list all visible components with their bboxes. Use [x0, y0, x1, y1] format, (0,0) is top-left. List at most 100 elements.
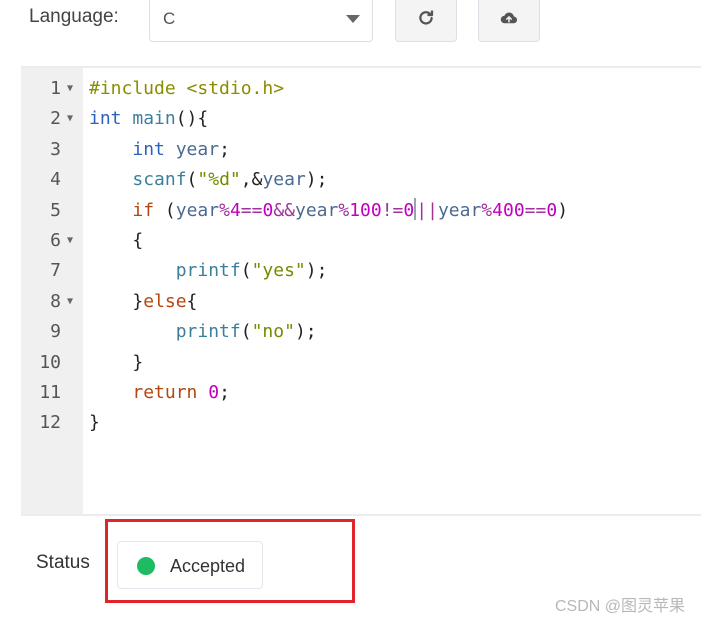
line-number: 9: [50, 321, 61, 343]
code-token: "%d": [197, 169, 241, 191]
submit-code-button[interactable]: [478, 0, 540, 42]
watermark: CSDN @图灵苹果: [554, 598, 685, 615]
code-token: 0: [262, 199, 274, 221]
code-token: (){: [175, 108, 209, 130]
code-line[interactable]: 10 }: [21, 348, 701, 378]
code-token: &&: [273, 199, 295, 221]
code-token: ==: [524, 199, 547, 221]
line-number: 3: [50, 138, 61, 160]
code-line[interactable]: 9 printf("no");: [21, 317, 701, 347]
code-token: );: [294, 321, 317, 343]
fold-arrow-icon[interactable]: ▼: [67, 74, 73, 104]
code-text: scanf("%d",&year);: [89, 165, 327, 195]
code-token: main: [132, 108, 176, 130]
code-line[interactable]: 1 ▼ #include <stdio.h>: [21, 74, 701, 104]
code-token: 100: [349, 199, 382, 221]
code-token: ,&: [240, 169, 263, 191]
code-token: if: [132, 199, 155, 221]
code-line[interactable]: 7 printf("yes");: [21, 256, 701, 286]
code-editor[interactable]: 1 ▼ #include <stdio.h> 2 ▼ int main(){3 int y…: [21, 66, 701, 516]
editor-divider: [21, 514, 701, 516]
code-line[interactable]: 4 scanf("%d",&year);: [21, 165, 701, 195]
code-token: %: [338, 199, 350, 221]
line-number: 11: [39, 382, 61, 403]
code-token: {: [89, 230, 144, 251]
line-number: 5: [50, 199, 61, 221]
reset-code-button[interactable]: [395, 0, 457, 42]
code-token: int: [89, 108, 122, 130]
code-line[interactable]: 3 int year;: [21, 135, 701, 165]
code-token: int: [132, 138, 165, 160]
code-token: ;: [219, 138, 230, 160]
code-token: !=: [381, 199, 404, 221]
line-number: 4: [50, 169, 61, 191]
line-number: 8: [50, 290, 61, 312]
code-token: ): [557, 199, 569, 221]
code-token: year: [295, 199, 339, 221]
code-token: printf: [175, 260, 241, 282]
code-token: 4: [229, 199, 241, 221]
language-label: Language:: [29, 6, 119, 27]
code-text: }: [89, 348, 143, 378]
code-line[interactable]: 12}: [21, 408, 701, 438]
code-token: scanf: [132, 169, 187, 191]
fold-arrow-icon[interactable]: ▼: [67, 104, 73, 134]
line-number: 10: [39, 351, 61, 373]
code-line[interactable]: 2 ▼ int main(){: [21, 104, 701, 134]
code-text: return 0;: [89, 378, 230, 408]
code-text: {: [89, 226, 143, 256]
code-line[interactable]: 11 return 0;: [21, 378, 701, 408]
line-number: 6: [50, 230, 61, 251]
code-token: );: [305, 260, 328, 282]
code-text: }else{: [89, 287, 197, 317]
highlight-box: [105, 519, 355, 603]
code-line[interactable]: 8 ▼ }else{: [21, 287, 701, 317]
code-token: (: [240, 260, 252, 282]
status-label: Status: [36, 552, 90, 573]
code-token: %: [481, 199, 493, 221]
refresh-icon: [419, 10, 434, 25]
code-token: "no": [251, 321, 295, 343]
code-token: {: [186, 290, 198, 312]
fold-arrow-icon[interactable]: ▼: [67, 226, 73, 256]
code-token: 0: [403, 199, 415, 221]
code-line[interactable]: 5 if (year%4==0&&year%100!=0 ||year%400==…: [21, 196, 701, 226]
chevron-down-icon: [346, 15, 360, 23]
code-token: ;: [219, 382, 230, 403]
code-token: 0: [208, 382, 220, 403]
code-token: year: [175, 199, 220, 221]
line-number: 12: [39, 412, 61, 434]
code-token: }: [89, 290, 144, 312]
code-token: ==: [240, 199, 263, 221]
code-token: %: [219, 199, 230, 221]
code-token: );: [305, 169, 328, 191]
code-token: }: [89, 351, 144, 373]
line-number: 2: [50, 108, 61, 130]
code-token: year: [262, 169, 306, 191]
code-line[interactable]: 6 ▼ {: [21, 226, 701, 256]
code-token: return: [132, 382, 198, 403]
code-token: (: [240, 321, 252, 343]
code-text: #include <stdio.h>: [89, 74, 284, 104]
language-select-value: C: [163, 9, 176, 28]
fold-arrow-icon[interactable]: ▼: [67, 287, 73, 317]
code-token: printf: [175, 321, 241, 343]
code-token: #include <stdio.h>: [89, 78, 285, 99]
line-number: 7: [50, 260, 61, 282]
code-token: (: [154, 199, 176, 221]
code-text: int year;: [89, 135, 230, 165]
code-text: }: [89, 408, 100, 438]
code-text: printf("yes");: [89, 256, 328, 286]
language-select[interactable]: C: [149, 0, 373, 42]
cloud-upload-icon: [500, 12, 518, 24]
code-token: (: [186, 169, 198, 191]
code-text: if (year%4==0&&year%100!=0 ||year%400==0): [89, 196, 568, 226]
